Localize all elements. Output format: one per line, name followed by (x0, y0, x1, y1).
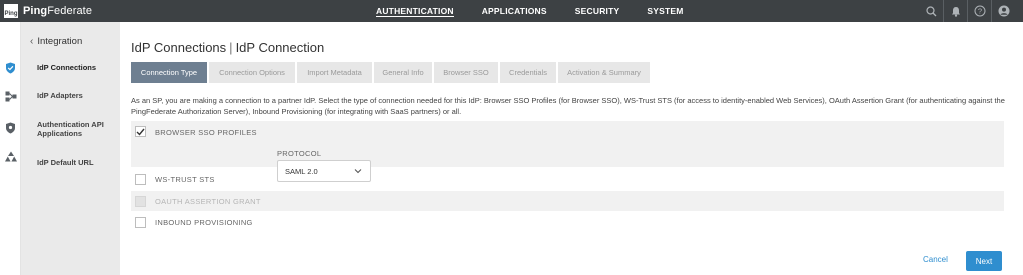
sidebar-item-idp-connections[interactable]: IdP Connections (37, 63, 117, 72)
nav-system[interactable]: SYSTEM (647, 0, 683, 22)
option-inbound-provisioning: INBOUND PROVISIONING (131, 215, 1004, 230)
chevron-left-icon: ‹ (30, 36, 34, 47)
product-name: PingFederate (23, 5, 93, 17)
adapters-icon[interactable] (3, 89, 18, 104)
tab-credentials[interactable]: Credentials (500, 62, 556, 83)
tab-connection-type[interactable]: Connection Type (131, 62, 207, 83)
sidebar: ‹ Integration IdP Connections IdP Adapte… (21, 22, 120, 275)
page-title: IdP Connections | IdP Connection (131, 40, 325, 55)
protocol-label: PROTOCOL (277, 149, 322, 158)
sidebar-item-idp-default-url[interactable]: IdP Default URL (37, 158, 117, 167)
top-icons: ? (919, 0, 1015, 22)
sidebar-item-idp-adapters[interactable]: IdP Adapters (37, 91, 117, 100)
option-browser-sso-profiles: BROWSER SSO PROFILES (131, 121, 1004, 167)
breadcrumb-idp-connection: IdP Connection (235, 40, 325, 55)
top-bar: Ping PingFederate AUTHENTICATION APPLICA… (0, 0, 1023, 22)
sidebar-item-auth-api-applications[interactable]: Authentication API Applications (37, 120, 117, 138)
shield-icon[interactable] (3, 120, 18, 135)
description-text: As an SP, you are making a connection to… (131, 96, 1005, 116)
svg-text:?: ? (977, 7, 981, 16)
tab-activation-summary[interactable]: Activation & Summary (558, 62, 650, 83)
ws-trust-sts-label: WS-TRUST STS (155, 175, 215, 184)
nav-security[interactable]: SECURITY (575, 0, 620, 22)
sidebar-heading: Integration (37, 36, 83, 47)
inbound-provisioning-label: INBOUND PROVISIONING (155, 218, 253, 227)
logo-mark: Ping (4, 4, 18, 18)
nav-authentication[interactable]: AUTHENTICATION (376, 0, 454, 22)
option-oauth-assertion-grant: OAUTH ASSERTION GRANT (131, 191, 1004, 211)
browser-sso-profiles-checkbox[interactable] (135, 126, 146, 137)
bell-icon[interactable] (943, 0, 967, 22)
tab-import-metadata[interactable]: Import Metadata (297, 62, 372, 83)
help-icon[interactable]: ? (967, 0, 991, 22)
oauth-assertion-grant-checkbox[interactable] (135, 195, 146, 207)
back-to-integration[interactable]: ‹ Integration (30, 36, 82, 47)
user-icon[interactable] (991, 0, 1015, 22)
browser-sso-profiles-label: BROWSER SSO PROFILES (155, 128, 257, 137)
cancel-button[interactable]: Cancel (923, 255, 948, 264)
check-icon (136, 128, 145, 136)
top-nav: AUTHENTICATION APPLICATIONS SECURITY SYS… (376, 0, 712, 22)
next-button[interactable]: Next (966, 251, 1002, 271)
ws-trust-sts-checkbox[interactable] (135, 174, 146, 185)
logo[interactable]: Ping PingFederate (4, 4, 92, 18)
tab-connection-options[interactable]: Connection Options (209, 62, 295, 83)
tab-general-info[interactable]: General Info (374, 62, 432, 83)
tab-browser-sso[interactable]: Browser SSO (434, 62, 498, 83)
search-icon[interactable] (919, 0, 943, 22)
shield-check-icon[interactable] (3, 60, 18, 75)
inbound-provisioning-checkbox[interactable] (135, 217, 146, 228)
main-content: IdP Connections | IdP Connection Connectio… (120, 22, 1023, 275)
nav-applications[interactable]: APPLICATIONS (482, 0, 547, 22)
breadcrumb-idp-connections[interactable]: IdP Connections (131, 40, 226, 55)
users-icon[interactable] (3, 149, 18, 164)
option-ws-trust-sts: WS-TRUST STS (131, 172, 1004, 187)
wizard-tabs: Connection Type Connection Options Impor… (131, 62, 652, 83)
left-rail (0, 22, 21, 275)
oauth-assertion-grant-label: OAUTH ASSERTION GRANT (155, 196, 261, 206)
